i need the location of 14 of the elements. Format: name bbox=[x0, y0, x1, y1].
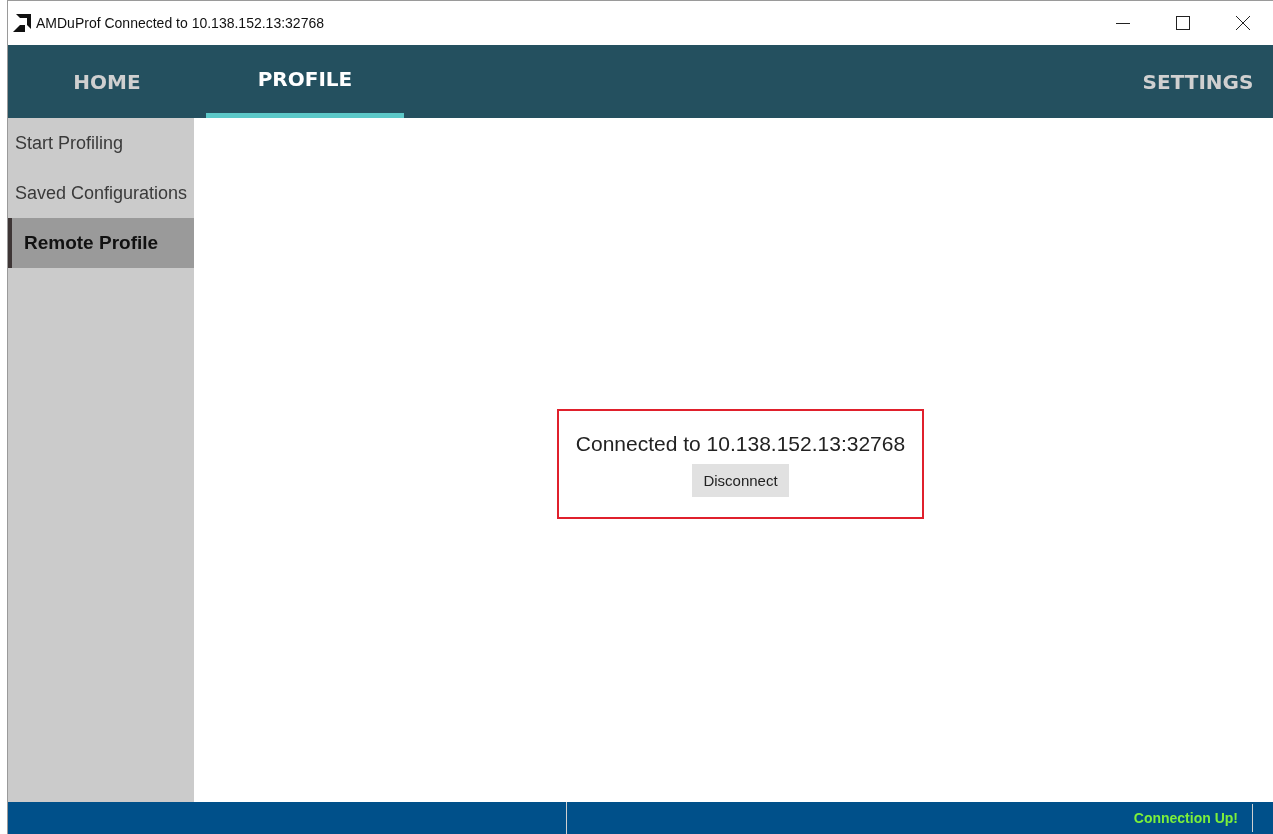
sidebar-item[interactable]: Remote Profile bbox=[8, 218, 194, 268]
nav-tab[interactable]: PROFILE bbox=[206, 45, 404, 118]
settings-tab[interactable]: SETTINGS bbox=[1123, 45, 1273, 118]
window-title: AMDuProf Connected to 10.138.152.13:32768 bbox=[36, 15, 324, 31]
close-icon bbox=[1236, 16, 1250, 30]
sidebar-item[interactable]: Start Profiling bbox=[8, 118, 194, 168]
app-logo-icon bbox=[12, 13, 32, 33]
maximize-icon bbox=[1176, 16, 1190, 30]
connection-message: Connected to 10.138.152.13:32768 bbox=[575, 431, 906, 456]
sidebar-item[interactable]: Saved Configurations bbox=[8, 168, 194, 218]
minimize-icon bbox=[1116, 22, 1130, 24]
disconnect-button[interactable]: Disconnect bbox=[692, 463, 789, 497]
nav-tab[interactable]: HOME bbox=[8, 45, 206, 118]
status-text: Connection Up! bbox=[1133, 810, 1238, 826]
